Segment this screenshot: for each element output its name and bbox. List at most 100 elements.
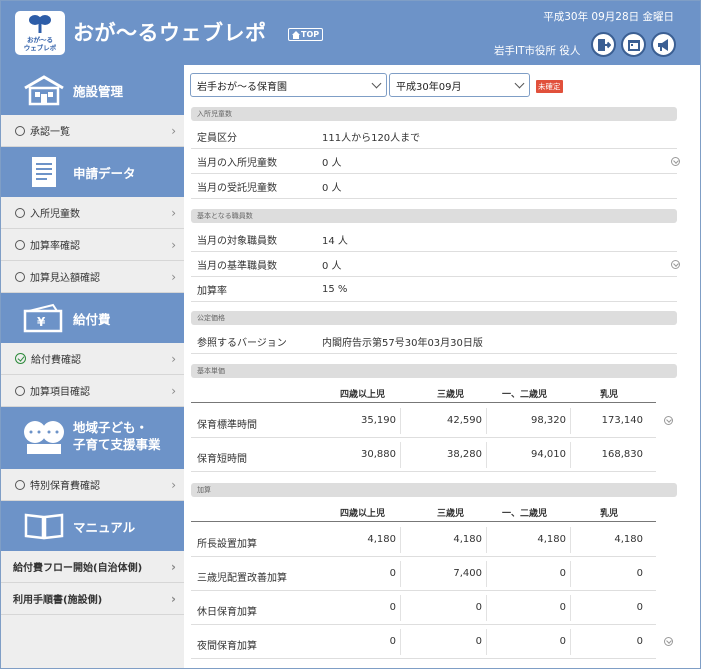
chevron-right-icon: ›: [171, 352, 176, 366]
logout-button[interactable]: [591, 32, 616, 57]
column-header: 四歳以上児: [339, 509, 385, 519]
column-header: 三歳児: [436, 390, 464, 400]
table-cell: 4,180: [316, 527, 401, 553]
table-cell: 7,400: [401, 561, 487, 587]
row-value: 内閣府告示第57号30年03月30日版: [322, 337, 483, 349]
sidebar-item-addition-rate[interactable]: 加算率確認 ›: [1, 229, 184, 261]
table-cell: 0: [401, 629, 487, 655]
table-header: 四歳以上児 三歳児 一、二歳児 乳児: [191, 383, 656, 403]
megaphone-icon: [657, 38, 668, 51]
sidebar-item-enrollment[interactable]: 入所児童数 ›: [1, 197, 184, 229]
sidebar-item-label: 給付費確認: [31, 355, 81, 366]
logo-text-line2: ウェブレポ: [23, 44, 57, 52]
sidebar-item-benefit-flow[interactable]: 給付費フロー開始(自治体側) ›: [1, 551, 184, 583]
expand-chevron-icon[interactable]: [664, 416, 673, 425]
table-cell: 4,180: [401, 527, 487, 553]
table-row: 所長設置加算 4,180 4,180 4,180 4,180: [191, 523, 656, 557]
row-label: 夜間保育加算: [197, 641, 257, 652]
table-cell: 42,590: [401, 408, 487, 434]
row-label: 加算率: [197, 285, 227, 297]
checkmark-icon: [15, 353, 26, 364]
section-heading-unit-price: 基本単価: [191, 364, 677, 378]
table-cell: 98,320: [487, 408, 571, 434]
sidebar-section-manual: マニュアル: [1, 501, 184, 551]
row-label: 当月の対象職員数: [197, 235, 277, 247]
row-value: 14 人: [322, 235, 348, 247]
chevron-right-icon: ›: [171, 238, 176, 252]
app-logo[interactable]: おが～る ウェブレポ: [15, 11, 65, 55]
sidebar-item-label: 給付費フロー開始(自治体側): [13, 563, 143, 574]
current-date: 平成30年 09月28日 金曜日: [543, 11, 674, 23]
announcement-button[interactable]: [651, 32, 676, 57]
sidebar-section-label: 地域子ども・ 子育て支援事業: [73, 419, 161, 453]
sidebar-section-label: 施設管理: [73, 83, 124, 99]
status-badge: 未確定: [536, 80, 563, 93]
sidebar-section-label-line2: 子育て支援事業: [73, 437, 161, 452]
sidebar-item-approval-list[interactable]: 承認一覧 ›: [1, 115, 184, 147]
logo-text-line1: おが～る: [27, 36, 53, 44]
chevron-right-icon: ›: [171, 560, 176, 574]
building-icon: [21, 71, 67, 109]
table-cell: 38,280: [401, 442, 487, 468]
table-cell: 173,140: [601, 415, 643, 426]
sidebar-section-facility: 施設管理: [1, 65, 184, 115]
sidebar-section-label: 給付費: [73, 311, 111, 327]
info-row: 当月の対象職員数 14 人: [191, 227, 677, 252]
facility-select[interactable]: 岩手おが～る保育園: [190, 73, 387, 97]
sidebar-item-addition-items[interactable]: 加算項目確認 ›: [1, 375, 184, 407]
row-label: 当月の入所児童数: [197, 157, 277, 169]
row-label: 定員区分: [197, 132, 237, 144]
chevron-right-icon: ›: [171, 270, 176, 284]
home-icon: [292, 30, 300, 39]
sidebar-item-special-care[interactable]: 特別保育費確認 ›: [1, 469, 184, 501]
column-header: 乳児: [599, 390, 618, 400]
month-select[interactable]: 平成30年09月: [389, 73, 530, 97]
info-row: 当月の入所児童数 0 人: [191, 149, 680, 174]
facility-select-value: 岩手おが～る保育園: [197, 81, 287, 93]
table-row: 保育短時間 30,880 38,280 94,010 168,830: [191, 438, 656, 472]
radio-icon: [15, 385, 25, 396]
sidebar-item-label: 入所児童数: [30, 209, 80, 220]
section-heading-enrollment: 入所児童数: [191, 107, 677, 121]
section-heading-additions: 加算: [191, 483, 677, 497]
table-cell: 0: [487, 561, 571, 587]
table-cell: 0: [636, 602, 643, 613]
document-icon: [21, 153, 67, 191]
sidebar: 施設管理 承認一覧 › 申請データ 入所児童数 › 加算率確認 › 加算見込額確…: [1, 65, 184, 668]
chevron-right-icon: ›: [171, 206, 176, 220]
expand-chevron-icon[interactable]: [671, 259, 680, 269]
section-heading-price: 公定価格: [191, 311, 677, 325]
book-icon: [21, 507, 67, 545]
sidebar-section-label: マニュアル: [73, 519, 136, 535]
table-cell: 0: [316, 629, 401, 655]
info-row: 定員区分 111人から120人まで: [191, 124, 677, 149]
row-label: 三歳児配置改善加算: [197, 573, 287, 584]
top-button[interactable]: TOP: [288, 28, 324, 41]
radio-icon: [15, 239, 25, 250]
table-row: 三歳児配置改善加算 0 7,400 0 0: [191, 557, 656, 591]
column-header: 一、二歳児: [501, 509, 547, 519]
row-value: 0 人: [322, 260, 342, 272]
table-header: 四歳以上児 三歳児 一、二歳児 乳児: [191, 502, 656, 522]
sidebar-item-addition-estimate[interactable]: 加算見込額確認 ›: [1, 261, 184, 293]
table-cell: 35,190: [316, 408, 401, 434]
radio-icon: [15, 207, 25, 218]
column-header: 四歳以上児: [339, 390, 385, 400]
chevron-right-icon: ›: [171, 592, 176, 606]
calendar-button[interactable]: [621, 32, 646, 57]
row-value: 0 人: [322, 182, 342, 194]
row-label: 当月の基準職員数: [197, 260, 277, 272]
row-label: 保育標準時間: [197, 420, 257, 431]
sidebar-item-user-guide[interactable]: 利用手順書(施設側) ›: [1, 583, 184, 615]
expand-chevron-icon[interactable]: [671, 156, 680, 166]
main-content: 岩手おが～る保育園 平成30年09月 未確定 入所児童数 定員区分 111人から…: [184, 65, 700, 668]
svg-text:¥: ¥: [37, 315, 46, 329]
expand-chevron-icon[interactable]: [664, 637, 673, 646]
row-value: 0 人: [322, 157, 342, 169]
calendar-icon: [627, 39, 640, 51]
table-row: 休日保育加算 0 0 0 0: [191, 591, 656, 625]
sidebar-item-label: 加算見込額確認: [30, 273, 100, 284]
table-cell: 4,180: [614, 534, 643, 545]
sidebar-item-label: 加算項目確認: [30, 387, 90, 398]
sidebar-item-benefit-check[interactable]: 給付費確認 ›: [1, 343, 184, 375]
